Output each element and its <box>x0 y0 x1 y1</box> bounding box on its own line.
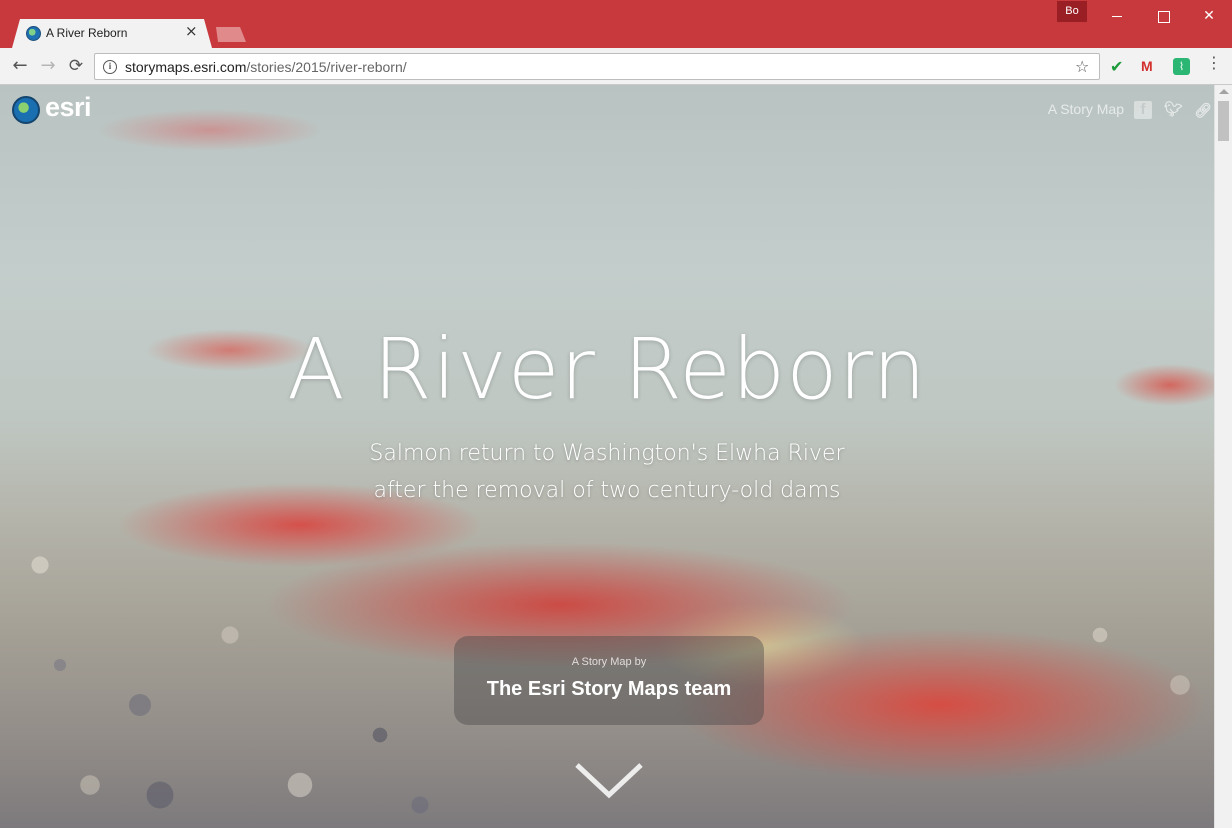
esri-logo-text: esri <box>45 92 92 122</box>
facebook-icon[interactable]: f <box>1134 101 1152 119</box>
esri-globe-icon <box>12 96 40 124</box>
story-subtitle: Salmon return to Washington's Elwha Rive… <box>0 435 1214 509</box>
byline-prefix: A Story Map by <box>571 656 647 668</box>
story-map-cover: esri A Story Map f 🐦︎ 🔗︎ A River Reborn … <box>0 85 1232 828</box>
forward-button[interactable]: → <box>36 54 60 78</box>
twitter-icon[interactable]: 🐦︎ <box>1164 101 1183 119</box>
link-icon[interactable]: 🔗︎ <box>1194 101 1212 119</box>
browser-title-bar: A River Reborn × Bo ✕ <box>0 0 1232 48</box>
close-window-button[interactable]: ✕ <box>1186 2 1232 30</box>
gmail-icon[interactable]: M <box>1141 58 1158 75</box>
tab-river-reborn[interactable]: A River Reborn × <box>12 19 212 48</box>
tab-close-icon[interactable]: × <box>185 24 198 39</box>
subtitle-line-2: after the removal of two century-old dam… <box>373 478 841 503</box>
profile-button[interactable]: Bo <box>1057 1 1087 22</box>
scroll-up-arrow-icon[interactable] <box>1219 89 1229 94</box>
byline-author: The Esri Story Maps team <box>486 678 732 700</box>
chevron-down-icon[interactable] <box>575 761 643 801</box>
bookmark-star-icon[interactable]: ☆ <box>1075 57 1089 76</box>
url-text[interactable]: storymaps.esri.com/stories/2015/river-re… <box>125 59 407 75</box>
reload-button[interactable]: ⟳ <box>64 54 88 78</box>
scroll-thumb[interactable] <box>1218 101 1229 141</box>
checkmark-extension-icon[interactable]: ✔ <box>1110 58 1127 75</box>
new-tab-button[interactable] <box>216 27 246 42</box>
menu-icon[interactable]: ⋮ <box>1206 55 1222 71</box>
tab-title: A River Reborn <box>46 26 128 40</box>
address-bar[interactable]: i storymaps.esri.com/stories/2015/river-… <box>94 53 1100 80</box>
scrollbar[interactable] <box>1214 85 1232 828</box>
maximize-button[interactable] <box>1140 2 1186 30</box>
byline-panel: A Story Map by The Esri Story Maps team <box>454 636 764 725</box>
browser-toolbar: ← → ⟳ i storymaps.esri.com/stories/2015/… <box>0 48 1232 85</box>
subtitle-line-1: Salmon return to Washington's Elwha Rive… <box>369 441 845 466</box>
info-icon[interactable]: i <box>103 60 117 74</box>
extension-icon[interactable]: ⌇ <box>1173 58 1190 75</box>
back-button[interactable]: ← <box>8 54 32 78</box>
minimize-button[interactable] <box>1094 2 1140 30</box>
story-title: A River Reborn <box>287 320 927 418</box>
globe-icon <box>26 26 41 41</box>
story-map-link[interactable]: A Story Map <box>1048 101 1124 117</box>
